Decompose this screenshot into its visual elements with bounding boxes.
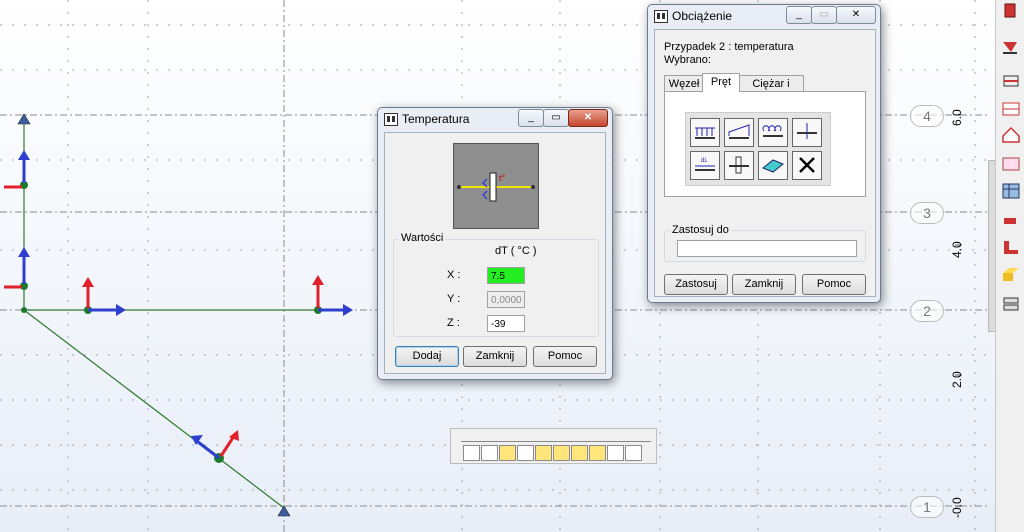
dialog-title: Obciążenie xyxy=(672,9,733,23)
dt-y-field[interactable]: 0,0000 xyxy=(487,291,525,308)
toolbar-tool-icon[interactable] xyxy=(571,445,588,461)
dialog-titlebar[interactable]: Temperatura _ ▭ ✕ xyxy=(378,108,612,130)
dt-x-field[interactable]: 7.5 xyxy=(487,267,525,284)
releases-icon[interactable] xyxy=(1001,100,1021,118)
ruler-label: 6.0 xyxy=(950,109,964,126)
maximize-button[interactable]: ▭ xyxy=(543,109,569,127)
loads-icon[interactable] xyxy=(1001,126,1021,144)
toolbar-tool-icon[interactable] xyxy=(625,445,642,461)
design-icon[interactable] xyxy=(1001,295,1021,313)
dialog-body: Przypadek 2 : temperatura Wybrano: Węzeł… xyxy=(654,29,876,297)
trapezoidal-load-icon[interactable] xyxy=(724,118,754,147)
moment-load-icon[interactable] xyxy=(758,118,788,147)
ruler-label: 2.0 xyxy=(950,371,964,388)
surface-load-icon[interactable] xyxy=(758,151,788,180)
selection-text: Wybrano: xyxy=(664,54,711,66)
supports-icon[interactable] xyxy=(1001,72,1021,90)
toolbar-tool-icon[interactable] xyxy=(607,445,624,461)
app-icon xyxy=(384,113,398,126)
help-button[interactable]: Pomoc xyxy=(802,274,866,295)
tab-content: dL xyxy=(664,91,866,197)
dialog-titlebar[interactable]: Obciążenie _ ▭ ✕ xyxy=(648,5,880,27)
ruler-label: -0.0 xyxy=(950,497,964,518)
dialog-title: Temperatura xyxy=(402,112,470,126)
help-button[interactable]: Pomoc xyxy=(533,346,597,367)
maximize-button[interactable]: ▭ xyxy=(811,6,837,24)
tab-node[interactable]: Węzeł xyxy=(664,75,704,92)
minimize-button[interactable]: _ xyxy=(786,6,812,24)
toolbar-tool-icon[interactable] xyxy=(535,445,552,461)
apply-to-field[interactable] xyxy=(677,240,857,257)
row-label-x: X : xyxy=(447,269,461,281)
toolbar-tool-icon[interactable] xyxy=(589,445,606,461)
close-dialog-button[interactable]: Zamknij xyxy=(463,346,527,367)
toolbar-tool-icon[interactable] xyxy=(517,445,534,461)
row-label-z: Z : xyxy=(447,317,460,329)
load-case-text: Przypadek 2 : temperatura xyxy=(664,41,794,53)
toolbar-tool-icon[interactable] xyxy=(553,445,570,461)
column-header: dT ( °C ) xyxy=(495,245,537,257)
material-icon[interactable] xyxy=(1001,265,1021,283)
grid-marker: 4 xyxy=(910,105,944,127)
load-table-icon[interactable] xyxy=(1001,155,1021,173)
temperature-load-icon[interactable] xyxy=(724,151,754,180)
delete-load-icon[interactable] xyxy=(792,151,822,180)
close-button[interactable]: ✕ xyxy=(568,109,608,127)
ruler-label: 4.0 xyxy=(950,241,964,258)
preview-label: t° xyxy=(499,173,506,183)
grid-marker: 1 xyxy=(910,496,944,518)
apply-button[interactable]: Zastosuj xyxy=(664,274,728,295)
right-toolbar xyxy=(995,0,1024,532)
close-dialog-button[interactable]: Zamknij xyxy=(732,274,796,295)
grid-marker: 2 xyxy=(910,300,944,322)
load-dialog: Obciążenie _ ▭ ✕ Przypadek 2 : temperatu… xyxy=(647,4,881,303)
toolbar-header xyxy=(461,431,651,442)
floating-load-toolbar xyxy=(450,428,657,464)
minimize-button[interactable]: _ xyxy=(518,109,544,127)
apply-to-label: Zastosuj do xyxy=(670,224,731,236)
svg-text:dL: dL xyxy=(701,158,708,164)
values-group-label: Wartości xyxy=(399,232,446,244)
section-shape-icon[interactable] xyxy=(1001,212,1021,230)
section-icon[interactable] xyxy=(1001,38,1021,56)
angle-section-icon[interactable] xyxy=(1001,238,1021,256)
temperature-dialog: Temperatura _ ▭ ✕ t° Wartości dT ( °C ) … xyxy=(377,107,613,380)
dialog-body: t° Wartości dT ( °C ) X : 7.5 Y : 0,0000… xyxy=(384,132,606,374)
tab-self-weight-mass[interactable]: Ciężar i masa xyxy=(738,75,804,106)
app-icon xyxy=(654,10,668,23)
member-type-icon[interactable] xyxy=(1001,2,1021,20)
grid-marker: 3 xyxy=(910,202,944,224)
dilatation-load-icon[interactable]: dL xyxy=(690,151,720,180)
close-button[interactable]: ✕ xyxy=(836,6,876,24)
add-button[interactable]: Dodaj xyxy=(395,346,459,367)
tab-member[interactable]: Pręt xyxy=(702,73,740,92)
toolbar-tool-icon[interactable] xyxy=(499,445,516,461)
toolbar-tool-icon[interactable] xyxy=(463,445,480,461)
uniform-load-icon[interactable] xyxy=(690,118,720,147)
toolbar-tool-icon[interactable] xyxy=(481,445,498,461)
load-type-grid: dL xyxy=(685,112,831,186)
temperature-preview-icon: t° xyxy=(453,143,539,229)
row-label-y: Y : xyxy=(447,293,461,305)
table-icon[interactable] xyxy=(1001,182,1021,200)
point-force-icon[interactable] xyxy=(792,118,822,147)
dt-z-field[interactable]: -39 xyxy=(487,315,525,332)
